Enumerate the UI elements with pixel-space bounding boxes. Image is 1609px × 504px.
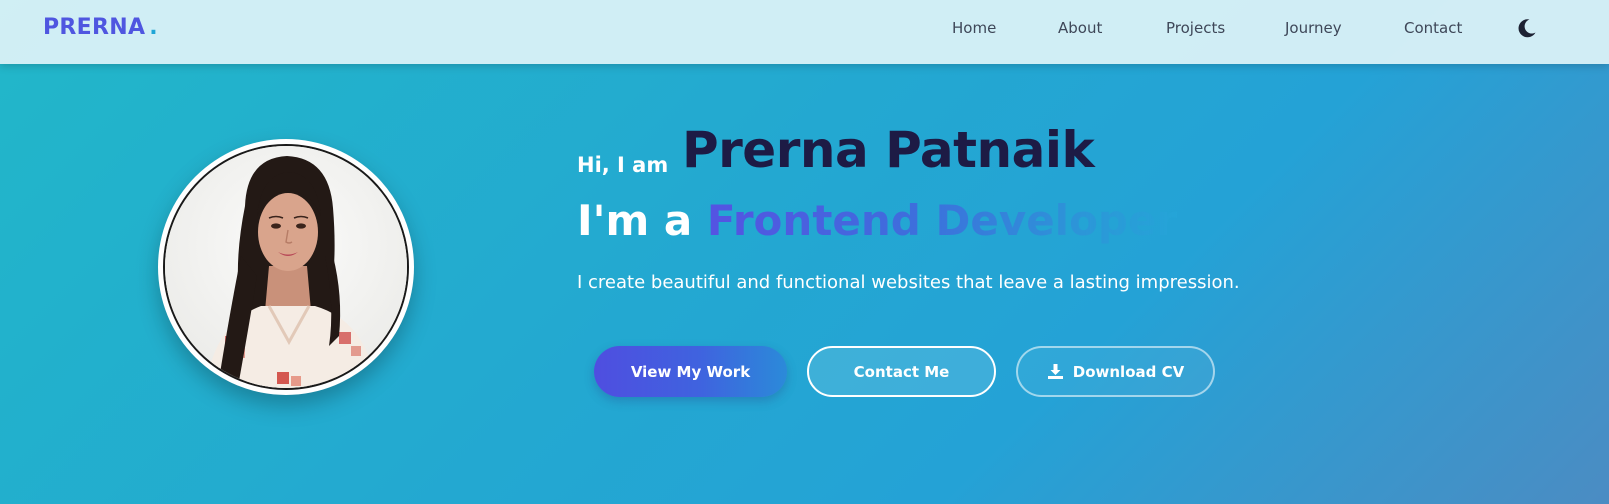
- nav-links: Home About Projects Journey Contact: [0, 0, 1609, 64]
- nav-link-journey[interactable]: Journey: [1285, 19, 1342, 37]
- hero-tagline: I create beautiful and functional websit…: [577, 272, 1240, 293]
- nav-link-about[interactable]: About: [1058, 19, 1102, 37]
- view-my-work-button[interactable]: View My Work: [594, 346, 787, 397]
- profile-photo-illustration: [165, 146, 407, 388]
- moon-icon: [1518, 19, 1536, 38]
- profile-photo: [163, 144, 409, 390]
- hero-greeting: Hi, I am: [577, 153, 669, 177]
- contact-me-button[interactable]: Contact Me: [807, 346, 996, 397]
- nav-link-contact[interactable]: Contact: [1404, 19, 1462, 37]
- download-icon: [1047, 363, 1064, 380]
- portfolio-page: PRERNA. Home About Projects Journey Cont…: [0, 0, 1609, 504]
- nav-link-home[interactable]: Home: [952, 19, 996, 37]
- contact-me-label: Contact Me: [853, 362, 950, 381]
- hero-role-typed-text: Frontend Developer: [706, 196, 1178, 245]
- download-cv-label: Download CV: [1072, 362, 1185, 381]
- hero-name: Prerna Patnaik: [682, 121, 1095, 179]
- hero-role-prefix: I'm a: [577, 196, 693, 245]
- nav-link-projects[interactable]: Projects: [1166, 19, 1225, 37]
- theme-toggle-button[interactable]: [1516, 17, 1538, 39]
- download-cv-button[interactable]: Download CV: [1016, 346, 1215, 397]
- view-my-work-label: View My Work: [630, 362, 751, 381]
- profile-photo-frame: [158, 139, 414, 395]
- hero-role-line: I'm a Frontend Developer: [577, 196, 1177, 245]
- navbar: PRERNA. Home About Projects Journey Cont…: [0, 0, 1609, 64]
